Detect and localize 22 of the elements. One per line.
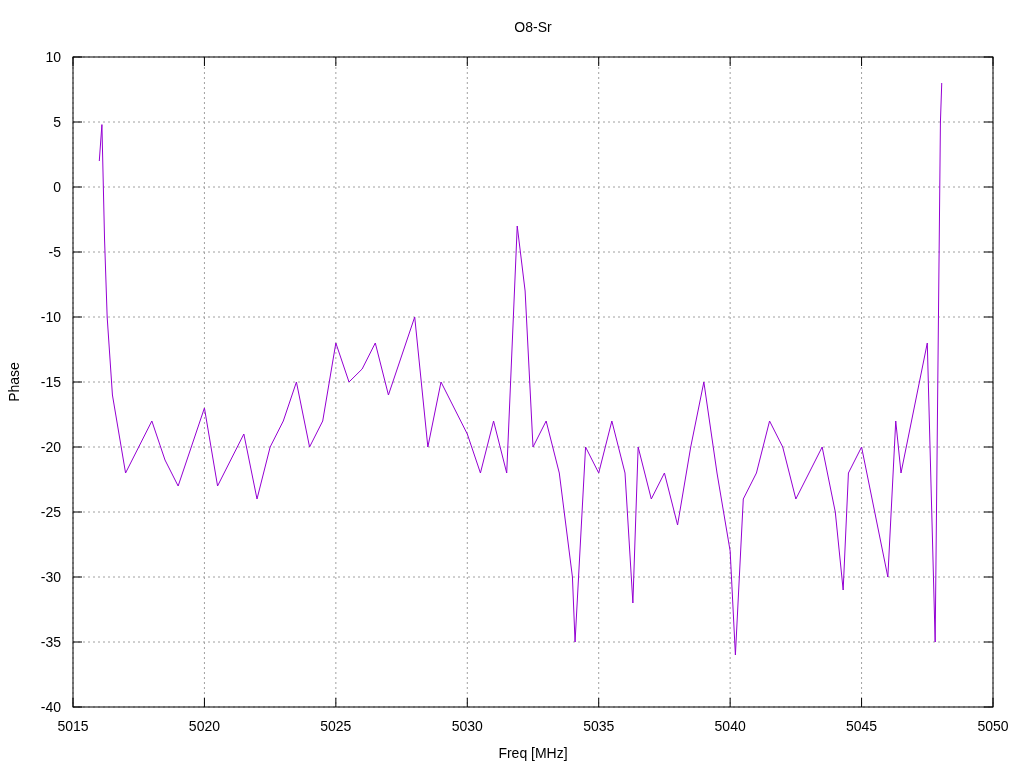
y-tick-label: -35: [40, 634, 61, 650]
y-tick-label: -40: [40, 699, 61, 715]
x-tick-label: 5035: [583, 718, 615, 734]
y-tick-label: -15: [40, 374, 61, 390]
x-tick-label: 5040: [714, 718, 746, 734]
y-tick-label: -10: [40, 309, 61, 325]
x-tick-label: 5020: [188, 718, 220, 734]
y-tick-label: 10: [45, 49, 61, 65]
y-tick-label: -25: [40, 504, 61, 520]
x-tick-label: 5025: [320, 718, 352, 734]
x-tick-label: 5015: [57, 718, 89, 734]
y-tick-label: -5: [48, 244, 61, 260]
x-tick-label: 5050: [977, 718, 1009, 734]
y-axis-label: Phase: [6, 362, 22, 402]
x-tick-label: 5045: [846, 718, 878, 734]
y-tick-label: -20: [40, 439, 61, 455]
x-axis-label: Freq [MHz]: [498, 745, 568, 761]
y-tick-label: 0: [53, 179, 61, 195]
chart-title: O8-Sr: [514, 19, 552, 35]
x-tick-label: 5030: [451, 718, 483, 734]
y-tick-label: 5: [53, 114, 61, 130]
y-tick-label: -30: [40, 569, 61, 585]
